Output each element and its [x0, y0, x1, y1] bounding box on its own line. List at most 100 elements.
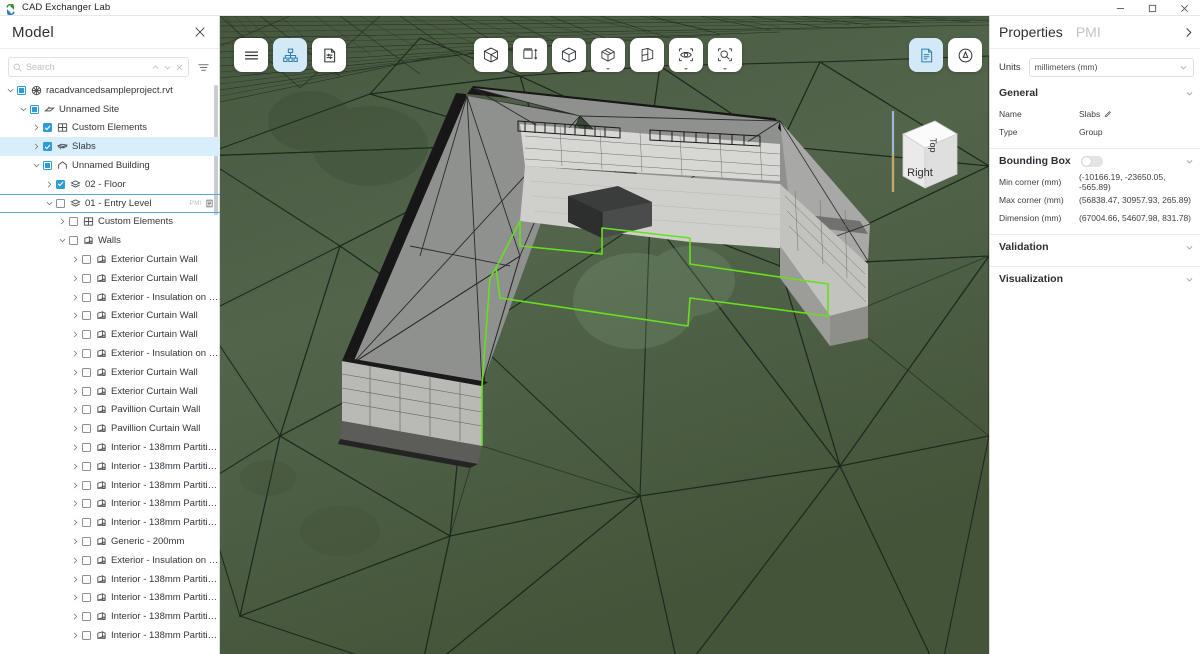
- visibility-eye-icon[interactable]: [669, 38, 703, 72]
- shaded-cube-icon[interactable]: [552, 38, 586, 72]
- tree-row-checkbox[interactable]: [82, 405, 91, 415]
- chevron-right-icon[interactable]: [69, 255, 82, 264]
- property-section-header[interactable]: General: [999, 81, 1194, 105]
- chevron-right-icon[interactable]: [69, 631, 82, 640]
- filter-icon[interactable]: [195, 59, 211, 75]
- tree-row[interactable]: Walls: [0, 231, 220, 250]
- tree-row-checkbox[interactable]: [43, 142, 52, 152]
- chevron-right-icon[interactable]: [69, 443, 82, 452]
- properties-panel-icon[interactable]: [909, 38, 943, 72]
- chevron-right-icon[interactable]: [30, 123, 43, 132]
- tree-row[interactable]: Exterior Curtain Wall: [0, 269, 220, 288]
- edit-pencil-icon[interactable]: [1104, 110, 1112, 118]
- chevron-right-icon[interactable]: [69, 368, 82, 377]
- tree-row[interactable]: racadvancedsampleproject.rvt: [0, 81, 220, 100]
- tree-row-checkbox[interactable]: [69, 236, 78, 246]
- units-select[interactable]: millimeters (mm): [1028, 57, 1194, 77]
- measure-icon[interactable]: [513, 38, 547, 72]
- zoom-fit-icon[interactable]: [708, 38, 742, 72]
- tab-properties[interactable]: Properties: [999, 24, 1063, 40]
- tree-row-checkbox[interactable]: [82, 631, 91, 640]
- maximize-icon[interactable]: [1136, 0, 1168, 16]
- tree-row-checkbox[interactable]: [43, 123, 52, 133]
- tree-row[interactable]: Slabs: [0, 137, 220, 157]
- search-next-icon[interactable]: [163, 63, 172, 72]
- tree-row[interactable]: Interior - 138mm Partition...: [0, 570, 220, 589]
- tree-row-checkbox[interactable]: [56, 198, 65, 208]
- chevron-right-icon[interactable]: [30, 142, 43, 151]
- tree-row-checkbox[interactable]: [82, 330, 91, 340]
- chevron-down-icon[interactable]: [56, 236, 69, 245]
- view-cube[interactable]: Top Right: [885, 106, 965, 206]
- tree-row-checkbox[interactable]: [69, 217, 78, 227]
- tree-row-checkbox[interactable]: [17, 85, 26, 95]
- bounding-box-toggle[interactable]: [1080, 155, 1103, 167]
- tree-row-checkbox[interactable]: [82, 255, 91, 265]
- chevron-right-icon[interactable]: [43, 180, 56, 189]
- tree-row[interactable]: Interior - 138mm Partition...: [0, 457, 220, 476]
- chevron-right-icon[interactable]: [69, 293, 82, 302]
- chevron-down-icon[interactable]: [30, 161, 43, 170]
- document-properties-icon[interactable]: [312, 38, 346, 72]
- tree-row[interactable]: Interior - 138mm Partition...: [0, 438, 220, 457]
- tree-row[interactable]: Interior - 138mm Partition...: [0, 589, 220, 608]
- model-tree[interactable]: racadvancedsampleproject.rvt Unnamed Site…: [0, 81, 220, 654]
- tree-row[interactable]: Exterior - Insulation on M...: [0, 551, 220, 570]
- tree-row-checkbox[interactable]: [82, 480, 91, 490]
- tree-row[interactable]: 01 - Entry Level PMI: [0, 193, 220, 213]
- chevron-down-icon[interactable]: [4, 86, 17, 95]
- tree-row-checkbox[interactable]: [82, 349, 91, 359]
- chevron-right-icon[interactable]: [69, 330, 82, 339]
- tree-row[interactable]: 02 - Floor: [0, 175, 220, 194]
- tree-row[interactable]: Exterior Curtain Wall: [0, 363, 220, 382]
- model-tree-icon[interactable]: [273, 38, 307, 72]
- chevron-right-icon[interactable]: [69, 499, 82, 508]
- tree-row-checkbox[interactable]: [82, 443, 91, 453]
- tree-row[interactable]: Interior - 138mm Partition...: [0, 476, 220, 495]
- chevron-right-icon[interactable]: [69, 575, 82, 584]
- chevron-right-icon[interactable]: [69, 424, 82, 433]
- hamburger-menu-icon[interactable]: [234, 38, 268, 72]
- search-clear-icon[interactable]: [175, 63, 184, 72]
- chevron-right-icon[interactable]: [69, 481, 82, 490]
- tree-row-checkbox[interactable]: [82, 386, 91, 396]
- property-section-header[interactable]: Validation: [999, 235, 1194, 259]
- minimize-icon[interactable]: [1104, 0, 1136, 16]
- property-section-header[interactable]: Visualization: [999, 267, 1194, 291]
- chevron-right-icon[interactable]: [69, 593, 82, 602]
- chevron-right-icon[interactable]: [69, 537, 82, 546]
- search-input[interactable]: [26, 62, 151, 72]
- tree-row[interactable]: Pavillion Curtain Wall: [0, 401, 220, 420]
- chevron-right-icon[interactable]: [69, 556, 82, 565]
- tree-row-checkbox[interactable]: [82, 518, 91, 528]
- tree-row-checkbox[interactable]: [56, 179, 65, 189]
- tree-row[interactable]: Interior - 138mm Partition...: [0, 513, 220, 532]
- notifications-bell-icon[interactable]: [948, 38, 982, 72]
- tree-row-checkbox[interactable]: [82, 555, 91, 565]
- tree-row-checkbox[interactable]: [82, 537, 91, 547]
- tree-row[interactable]: Pavillion Curtain Wall: [0, 419, 220, 438]
- tree-row[interactable]: Exterior - Insulation on M...: [0, 288, 220, 307]
- tree-row-checkbox[interactable]: [82, 367, 91, 377]
- tree-row[interactable]: Interior - 138mm Partition...: [0, 607, 220, 626]
- tree-row-checkbox[interactable]: [82, 574, 91, 584]
- tree-row[interactable]: Exterior Curtain Wall: [0, 250, 220, 269]
- chevron-right-icon[interactable]: [69, 518, 82, 527]
- property-section-header[interactable]: Bounding Box: [999, 149, 1194, 173]
- explode-cube-icon[interactable]: [591, 38, 625, 72]
- tree-row-checkbox[interactable]: [82, 424, 91, 434]
- tree-row[interactable]: Unnamed Building: [0, 156, 220, 175]
- chevron-right-icon[interactable]: [69, 349, 82, 358]
- tree-row-checkbox[interactable]: [82, 273, 91, 283]
- close-icon[interactable]: [1168, 0, 1200, 16]
- tree-row-checkbox[interactable]: [82, 593, 91, 603]
- tree-row[interactable]: Interior - 138mm Partition...: [0, 495, 220, 514]
- tree-row[interactable]: Exterior Curtain Wall: [0, 307, 220, 326]
- chevron-down-icon[interactable]: [1185, 89, 1194, 98]
- chevron-right-icon[interactable]: [56, 217, 69, 226]
- tree-row-checkbox[interactable]: [43, 161, 52, 171]
- tab-pmi[interactable]: PMI: [1076, 24, 1101, 40]
- chevron-down-icon[interactable]: [1185, 157, 1194, 166]
- close-icon[interactable]: [191, 23, 209, 41]
- tree-row[interactable]: Exterior Curtain Wall: [0, 325, 220, 344]
